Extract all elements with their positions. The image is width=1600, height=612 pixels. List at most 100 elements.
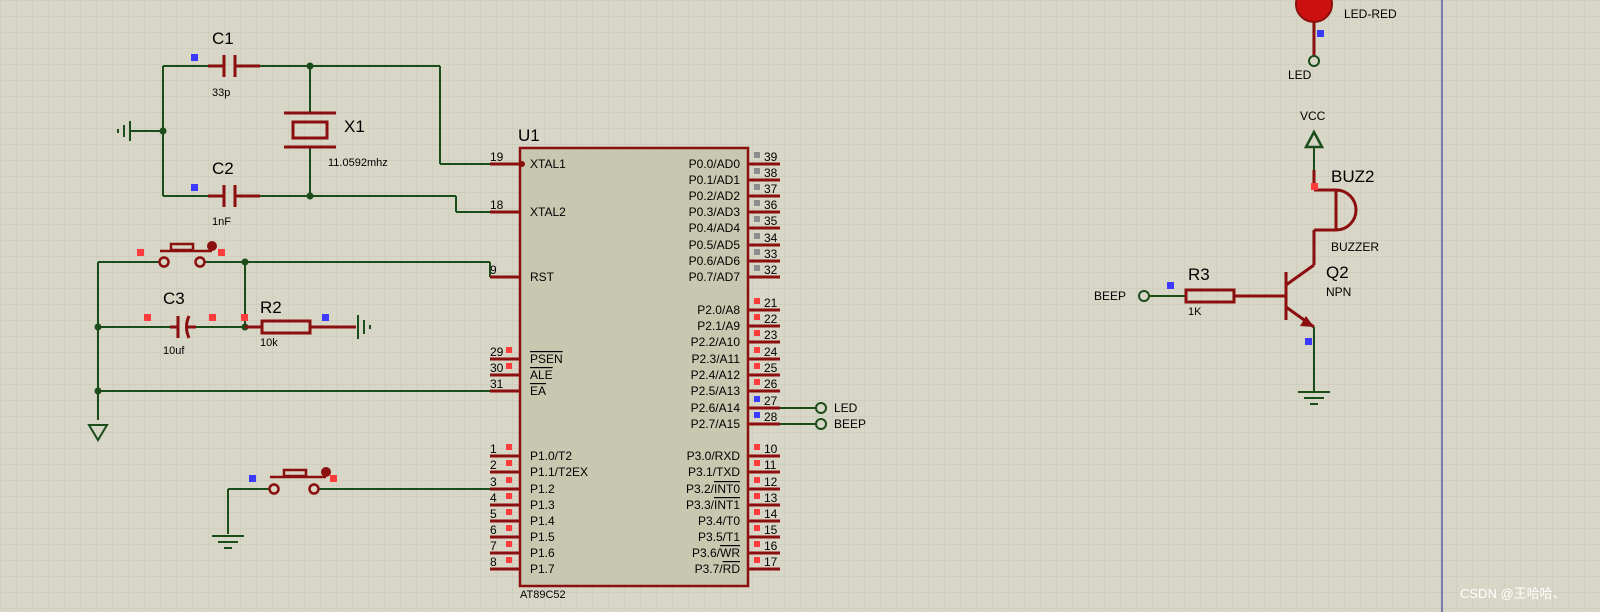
pin-name: P2.3/A11 <box>692 352 741 366</box>
pin-number: 13 <box>764 491 778 505</box>
pin-marker <box>506 363 512 369</box>
pin-marker <box>754 379 760 385</box>
pin-name: P3.5/T1 <box>698 530 740 544</box>
pin-marker <box>754 363 760 369</box>
terminal-beep-out[interactable]: BEEP <box>815 417 866 431</box>
c1-ref: C1 <box>212 29 234 48</box>
pin-number: 27 <box>764 394 778 408</box>
pin-number: 6 <box>490 523 497 537</box>
pin-name: P3.3/INT1 <box>686 498 740 512</box>
pin-number: 39 <box>764 150 778 164</box>
schematic-canvas[interactable]: C1 33p C2 1nF X1 11.0592mhz C3 10uf R2 1… <box>0 0 1600 612</box>
pin-name: P1.6 <box>530 546 555 560</box>
pin-name: PSEN <box>530 352 563 366</box>
pin-marker <box>754 265 760 271</box>
pin-name: P2.0/A8 <box>697 303 740 317</box>
pin-name: P0.3/AD3 <box>689 205 741 219</box>
pin-number: 16 <box>764 539 778 553</box>
pin-name: P0.1/AD1 <box>689 173 741 187</box>
pin-name: P2.5/A13 <box>691 384 741 398</box>
pin-marker <box>506 541 512 547</box>
pin-name: P0.6/AD6 <box>689 254 741 268</box>
pin-marker <box>506 347 512 353</box>
watermark: CSDN @王哈哈、 <box>1460 586 1566 601</box>
pin-marker <box>754 477 760 483</box>
pin-number: 38 <box>764 166 778 180</box>
q2-ref: Q2 <box>1326 263 1349 282</box>
pin-marker <box>506 477 512 483</box>
pin-number: 4 <box>490 491 497 505</box>
pin-marker <box>754 347 760 353</box>
c3-value: 10uf <box>163 345 185 357</box>
pin-name: XTAL1 <box>530 157 566 171</box>
pin-name: P3.6/WR <box>692 546 740 560</box>
pin-marker <box>506 460 512 466</box>
chip-part: AT89C52 <box>520 589 566 601</box>
pin-name: P3.2/INT0 <box>686 482 740 496</box>
grid <box>0 0 1600 612</box>
terminal-beep-in-label: BEEP <box>1094 289 1126 303</box>
terminal-beep-in[interactable]: BEEP <box>1094 289 1150 303</box>
pin-number: 29 <box>490 345 504 359</box>
pin-marker <box>754 184 760 190</box>
pin-name: P0.2/AD2 <box>689 189 741 203</box>
pin-marker <box>754 460 760 466</box>
pin-name: P2.7/A15 <box>691 417 741 431</box>
pin-number: 35 <box>764 214 778 228</box>
terminal-led-out-label: LED <box>834 401 858 415</box>
pin-name: P1.3 <box>530 498 555 512</box>
pin-marker <box>754 200 760 206</box>
pin-name: P1.2 <box>530 482 555 496</box>
pin-marker <box>754 412 760 418</box>
led-value: LED-RED <box>1344 7 1397 21</box>
terminal-led-out[interactable]: LED <box>815 401 858 415</box>
pin-name: P2.1/A9 <box>697 319 740 333</box>
pin-name: P1.0/T2 <box>530 449 572 463</box>
pin-number: 21 <box>764 296 778 310</box>
pin-number: 26 <box>764 377 778 391</box>
pin-number: 9 <box>490 263 497 277</box>
x1-ref: X1 <box>344 117 365 136</box>
r3-ref: R3 <box>1188 265 1210 284</box>
pin-name: P2.4/A12 <box>691 368 741 382</box>
c2-value: 1nF <box>212 216 231 228</box>
pin-marker <box>506 509 512 515</box>
buz2-value: BUZZER <box>1331 240 1379 254</box>
pin-number: 14 <box>764 507 778 521</box>
pin-number: 30 <box>490 361 504 375</box>
c2-ref: C2 <box>212 159 234 178</box>
pin-number: 22 <box>764 312 778 326</box>
pin-marker <box>754 298 760 304</box>
pin-marker <box>754 557 760 563</box>
pin-name: P3.1/TXD <box>688 465 740 479</box>
pin-number: 17 <box>764 555 778 569</box>
r2-ref: R2 <box>260 298 282 317</box>
pin-name: P1.7 <box>530 562 555 576</box>
pin-number: 10 <box>764 442 778 456</box>
pin-marker <box>754 330 760 336</box>
pin-marker <box>754 249 760 255</box>
pin-number: 19 <box>490 150 504 164</box>
pin-number: 5 <box>490 507 497 521</box>
terminal-led-in-label: LED <box>1288 68 1312 82</box>
pin-name: P0.4/AD4 <box>689 221 741 235</box>
pin-number: 7 <box>490 539 497 553</box>
chip-ref: U1 <box>518 126 540 145</box>
pin-name: P1.5 <box>530 530 555 544</box>
pin-marker <box>754 152 760 158</box>
c1-value: 33p <box>212 87 230 99</box>
pin-marker <box>506 557 512 563</box>
vcc-label: VCC <box>1300 109 1326 123</box>
buz2-ref: BUZ2 <box>1331 167 1374 186</box>
pin-name: P0.7/AD7 <box>689 270 741 284</box>
pin-number: 15 <box>764 523 778 537</box>
pin-number: 8 <box>490 555 497 569</box>
pin-number: 33 <box>764 247 778 261</box>
pin-marker <box>754 509 760 515</box>
pin-number: 2 <box>490 458 497 472</box>
pin-number: 37 <box>764 182 778 196</box>
mcu-chip[interactable]: U1 AT89C52 19 XTAL118 XTAL29 RST29 PSEN30 ALE… <box>490 126 780 601</box>
pin-name: P1.4 <box>530 514 555 528</box>
pin-name: P1.1/T2EX <box>530 465 588 479</box>
pin-name: P0.0/AD0 <box>689 157 741 171</box>
